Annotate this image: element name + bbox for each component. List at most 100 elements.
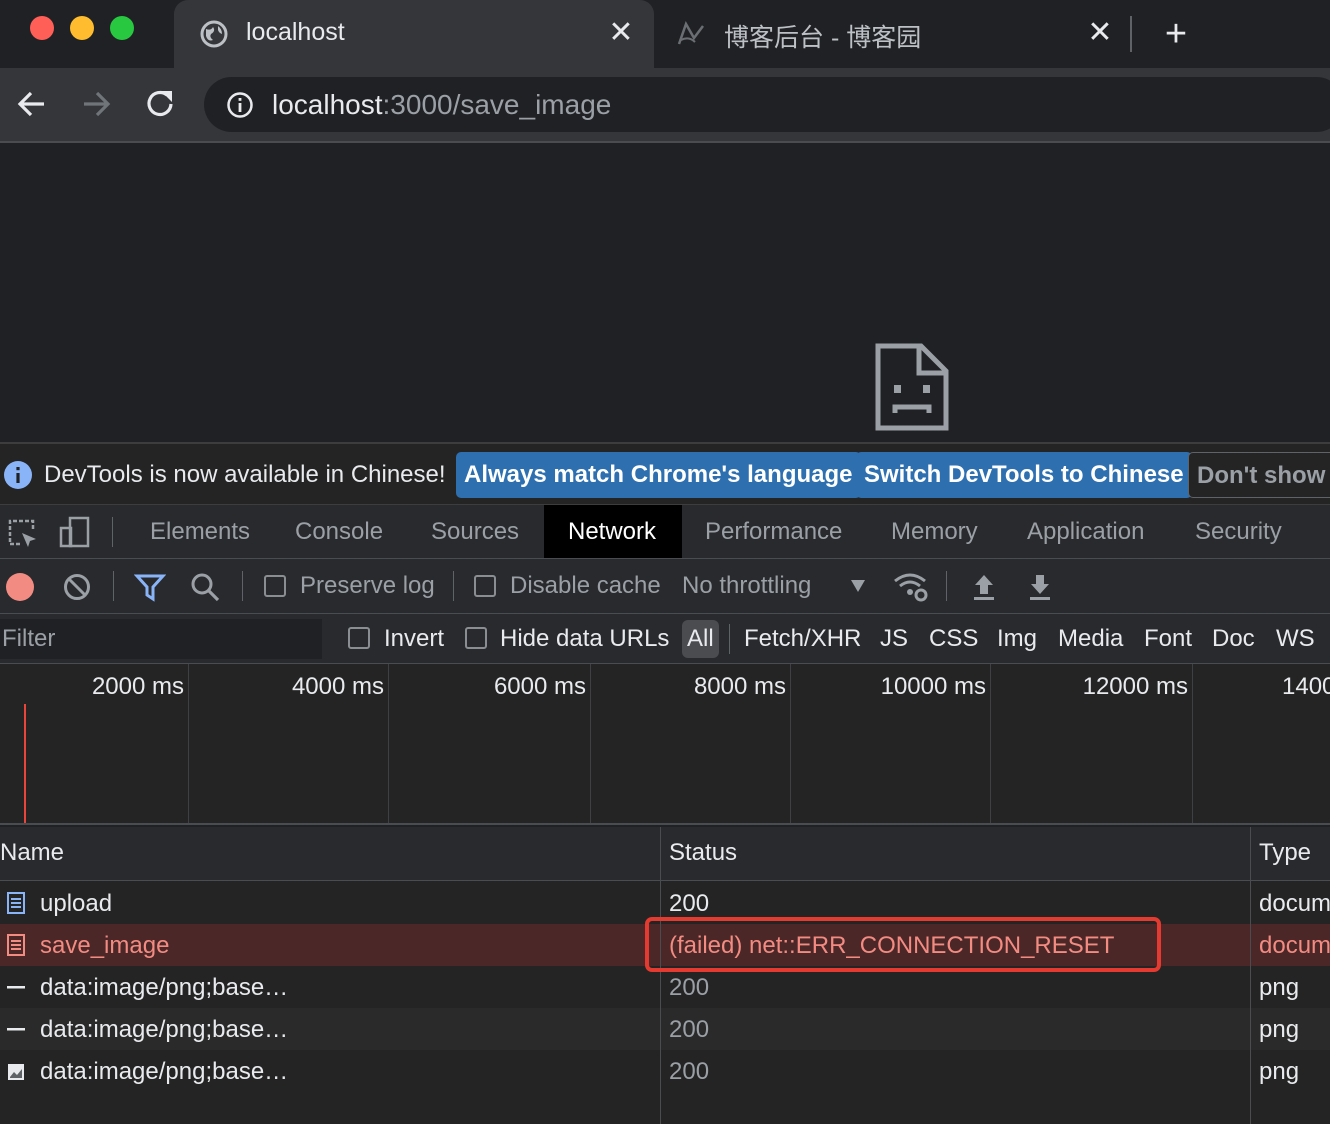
- tick-label: 1400: [1282, 673, 1330, 700]
- browser-tab-strip: localhost ✕ 博客后台 - 博客园 ✕ +: [0, 0, 1330, 68]
- grid-line: [188, 664, 189, 823]
- tab-application[interactable]: Application: [1027, 505, 1144, 558]
- column-header-name[interactable]: Name: [0, 839, 64, 867]
- forward-icon[interactable]: [80, 88, 112, 120]
- tab-sources[interactable]: Sources: [431, 505, 519, 558]
- invert-label: Invert: [384, 625, 445, 652]
- requests-table: Name Status Type upload 200 docum save_i…: [0, 827, 1330, 1124]
- filter-input[interactable]: [0, 619, 322, 659]
- filter-icon[interactable]: [134, 572, 166, 602]
- hide-data-urls-label: Hide data URLs: [500, 625, 670, 652]
- request-status: 200: [669, 1016, 710, 1043]
- column-divider[interactable]: [1250, 827, 1251, 1124]
- column-divider[interactable]: [660, 827, 661, 1124]
- dont-show-button[interactable]: Don't show: [1188, 452, 1330, 498]
- import-har-icon[interactable]: [972, 572, 996, 602]
- invert-checkbox[interactable]: [348, 627, 370, 649]
- request-status: 200: [669, 1058, 710, 1085]
- toolbar-separator: [242, 571, 243, 601]
- request-status: 200: [669, 890, 710, 917]
- network-overview[interactable]: 2000 ms 4000 ms 6000 ms 8000 ms 10000 ms…: [0, 664, 1330, 825]
- disable-cache-checkbox[interactable]: [474, 575, 496, 597]
- search-icon[interactable]: [190, 572, 220, 602]
- type-filter-fetch-xhr[interactable]: Fetch/XHR: [744, 620, 861, 658]
- preserve-log-checkbox[interactable]: [264, 575, 286, 597]
- tick-label: 2000 ms: [91, 673, 184, 700]
- devtools-panel-tabs: Elements Console Sources Network Perform…: [0, 505, 1330, 559]
- browser-toolbar: localhost:3000/save_image: [0, 68, 1330, 141]
- export-har-icon[interactable]: [1028, 572, 1052, 602]
- close-window-button[interactable]: [30, 16, 54, 40]
- throttling-select[interactable]: No throttling: [682, 572, 811, 600]
- switch-to-chinese-button[interactable]: Switch DevTools to Chinese: [856, 452, 1192, 498]
- tab-separator: [1130, 16, 1132, 52]
- minimize-window-button[interactable]: [70, 16, 94, 40]
- grid-line: [990, 664, 991, 823]
- type-filter-css[interactable]: CSS: [929, 620, 978, 658]
- globe-icon: [200, 20, 228, 48]
- request-type: docum: [1259, 890, 1330, 917]
- tab-console[interactable]: Console: [295, 505, 383, 558]
- tab-performance[interactable]: Performance: [705, 505, 842, 558]
- request-type: png: [1259, 1058, 1300, 1085]
- tab-cnblogs[interactable]: 博客后台 - 博客园 ✕: [660, 0, 1130, 68]
- type-filter-img[interactable]: Img: [997, 620, 1037, 658]
- tab-elements[interactable]: Elements: [150, 505, 250, 558]
- type-filter-ws[interactable]: WS: [1276, 620, 1315, 658]
- type-filter-all[interactable]: All: [682, 620, 719, 658]
- tick-label: 4000 ms: [291, 673, 384, 700]
- table-row[interactable]: data:image/png;base… 200 png: [0, 966, 1330, 1008]
- back-icon[interactable]: [16, 88, 48, 120]
- maximize-window-button[interactable]: [110, 16, 134, 40]
- grid-line: [1192, 664, 1193, 823]
- inspect-element-icon[interactable]: [6, 517, 38, 549]
- address-bar[interactable]: localhost:3000/save_image: [204, 77, 1330, 132]
- request-status: 200: [669, 974, 710, 1001]
- clear-icon[interactable]: [63, 573, 91, 601]
- hide-data-urls-checkbox[interactable]: [465, 627, 487, 649]
- request-name: upload: [40, 890, 113, 917]
- tab-localhost[interactable]: localhost ✕: [174, 0, 654, 68]
- request-name: data:image/png;base…: [40, 1058, 289, 1085]
- request-name: data:image/png;base…: [40, 974, 289, 1001]
- reload-icon[interactable]: [144, 87, 178, 121]
- toolbar-separator: [946, 571, 947, 601]
- network-conditions-icon[interactable]: [892, 569, 930, 603]
- network-toolbar: Preserve log Disable cache No throttling: [0, 559, 1330, 614]
- type-filter-font[interactable]: Font: [1144, 620, 1192, 658]
- dash-image-icon: [7, 1028, 25, 1031]
- column-header-type[interactable]: Type: [1259, 839, 1311, 867]
- disable-cache-label: Disable cache: [510, 572, 661, 599]
- type-filter-doc[interactable]: Doc: [1212, 620, 1255, 658]
- table-row[interactable]: data:image/png;base… 200 png: [0, 1050, 1330, 1092]
- tab-memory[interactable]: Memory: [891, 505, 978, 558]
- tab-network[interactable]: Network: [544, 505, 682, 558]
- url-text[interactable]: localhost:3000/save_image: [272, 89, 611, 121]
- type-filter-js[interactable]: JS: [880, 620, 908, 658]
- dropdown-arrow-icon[interactable]: [850, 579, 866, 593]
- column-header-status[interactable]: Status: [669, 839, 737, 867]
- grid-line: [790, 664, 791, 823]
- type-filter-media[interactable]: Media: [1058, 620, 1123, 658]
- tick-label: 12000 ms: [1082, 673, 1188, 700]
- close-tab-button[interactable]: ✕: [1083, 16, 1117, 50]
- info-icon: [4, 461, 32, 489]
- tab-title: localhost: [246, 18, 345, 46]
- new-tab-button[interactable]: +: [1159, 14, 1193, 54]
- record-button[interactable]: [6, 573, 34, 601]
- devtools-language-infobar: DevTools is now available in Chinese! Al…: [0, 442, 1330, 505]
- tab-security[interactable]: Security: [1195, 505, 1282, 558]
- close-tab-button[interactable]: ✕: [604, 16, 638, 50]
- always-match-language-button[interactable]: Always match Chrome's language: [456, 452, 861, 498]
- page-viewport: [0, 143, 1330, 442]
- tab-title: 博客后台 - 博客园: [724, 24, 922, 52]
- device-toolbar-icon[interactable]: [58, 515, 92, 549]
- toolbar-separator: [729, 624, 730, 654]
- info-icon[interactable]: [226, 91, 254, 119]
- tick-label: 6000 ms: [493, 673, 586, 700]
- cnblogs-favicon-icon: [677, 21, 704, 45]
- image-thumb-icon: [8, 1064, 24, 1080]
- table-row[interactable]: data:image/png;base… 200 png: [0, 1008, 1330, 1050]
- request-name: save_image: [40, 932, 170, 959]
- toolbar-separator: [453, 571, 454, 601]
